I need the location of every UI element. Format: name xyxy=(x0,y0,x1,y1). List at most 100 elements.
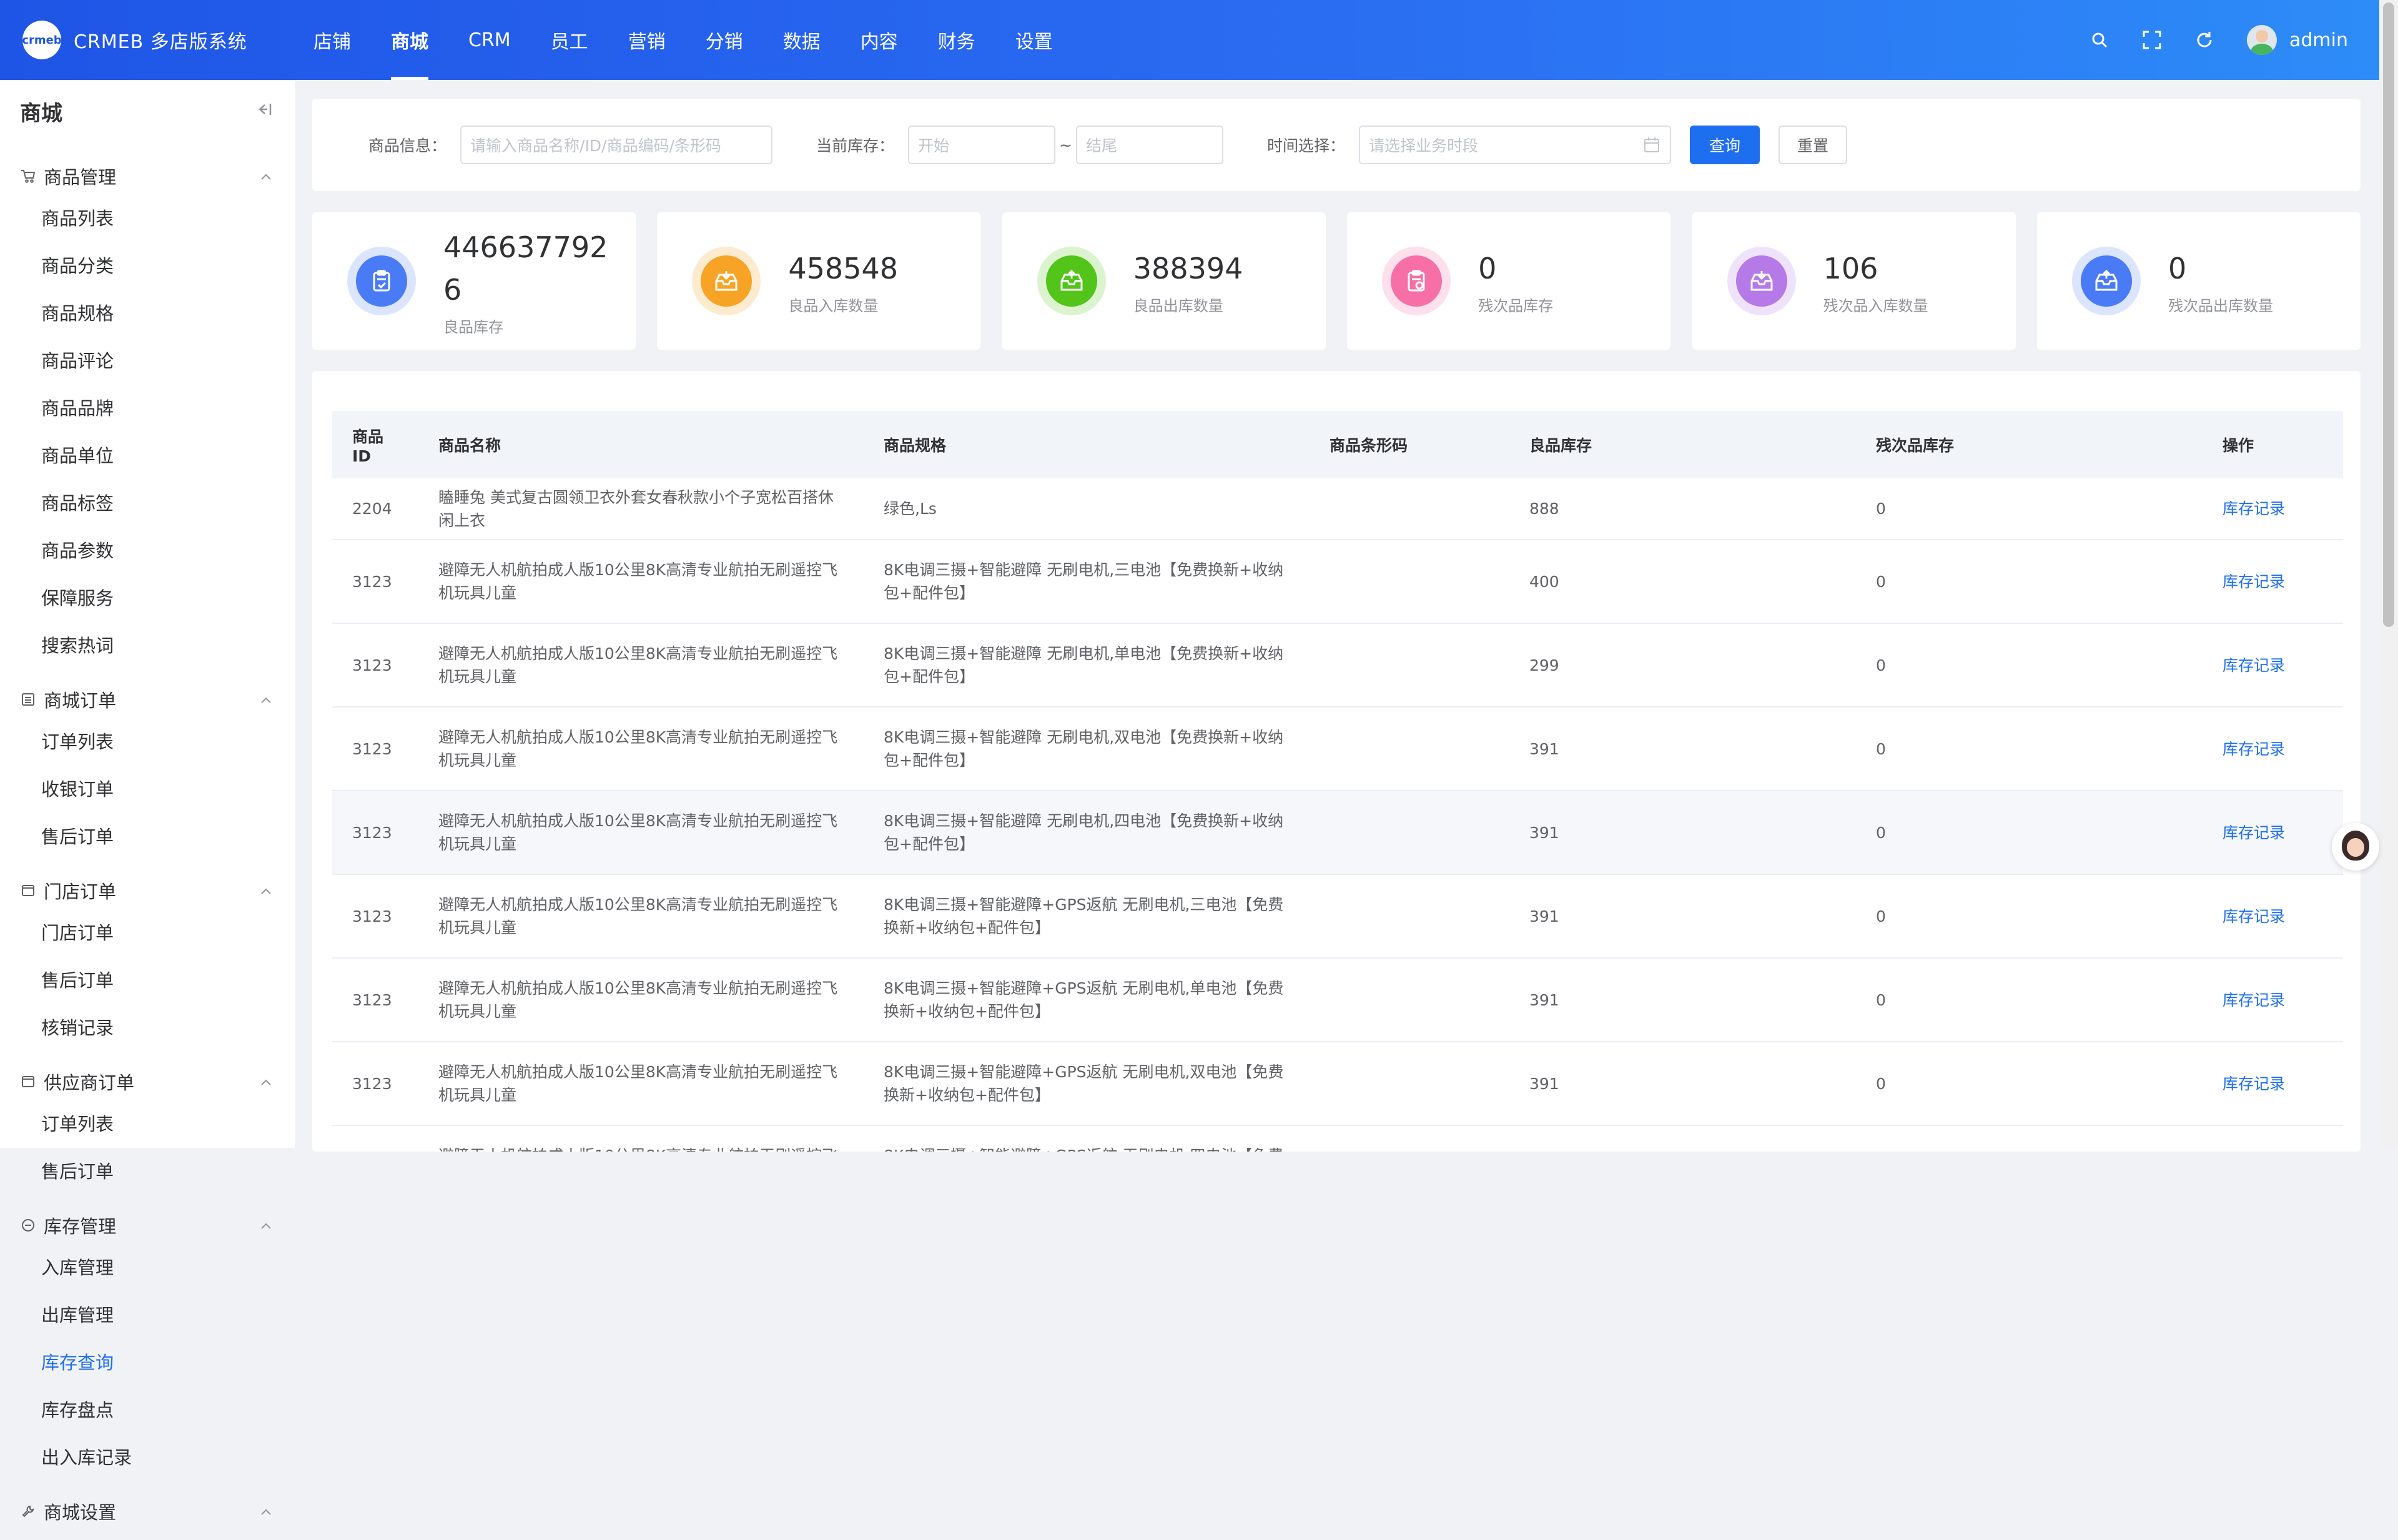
stat-label: 残次品入库数量 xyxy=(1823,297,1928,315)
stock-record-link[interactable]: 库存记录 xyxy=(2223,824,2285,842)
sidebar-item[interactable]: 售后订单 xyxy=(41,812,176,859)
column-header: 商品ID xyxy=(332,411,418,478)
user-name[interactable]: admin xyxy=(2289,29,2348,51)
sidebar-item[interactable]: 收银订单 xyxy=(41,764,176,812)
sidebar-group-items: 订单列表 售后订单 xyxy=(0,1099,295,1194)
customer-service-avatar[interactable] xyxy=(2332,823,2379,871)
sidebar-group-2[interactable]: 门店订单 xyxy=(0,873,295,908)
stock-record-link[interactable]: 库存记录 xyxy=(2223,573,2285,591)
stock-record-link[interactable]: 库存记录 xyxy=(2223,1075,2285,1093)
stat-icon-ring xyxy=(1382,247,1451,315)
reset-button[interactable]: 重置 xyxy=(1779,126,1847,164)
logo[interactable]: crmeb CRMEB 多店版系统 xyxy=(0,21,294,59)
inventory-table-card: 商品ID 商品名称 商品规格 商品条形码 良品库存 残次品库存 操作 2204 瞌睡兔 美式复… xyxy=(312,371,2361,1152)
nav-tab-0[interactable]: 店铺 xyxy=(294,0,371,80)
sidebar-item[interactable]: 售后订单 xyxy=(41,955,176,1003)
header-tools: admin xyxy=(2058,25,2379,55)
query-button[interactable]: 查询 xyxy=(1690,126,1760,164)
cell-barcode xyxy=(1310,1042,1509,1126)
cell-actions: 库存记录 xyxy=(2203,707,2343,791)
search-icon[interactable] xyxy=(2088,29,2111,51)
chevron-up-icon[interactable] xyxy=(260,1504,272,1519)
cell-product-spec: 8K电调三摄+智能避障+GPS返航 无刷电机,双电池【免费换新+收纳包+配件包】 xyxy=(864,1042,1310,1126)
sidebar-item[interactable]: 商品参数 xyxy=(41,526,176,573)
sidebar-item[interactable]: 商品列表 xyxy=(41,194,176,241)
sidebar-item[interactable]: 入库管理 xyxy=(41,1243,176,1290)
wrench-icon xyxy=(20,1503,36,1519)
time-range-picker[interactable]: 请选择业务时段 xyxy=(1359,126,1671,164)
cell-barcode xyxy=(1310,478,1509,540)
stock-record-link[interactable]: 库存记录 xyxy=(2223,740,2285,758)
stat-card: 106 残次品入库数量 xyxy=(1692,212,2016,350)
sidebar-item[interactable]: 商品分类 xyxy=(41,241,176,289)
sidebar-item[interactable]: 出入库记录 xyxy=(41,1433,176,1480)
collapse-sidebar-icon[interactable] xyxy=(255,102,272,121)
page-scrollbar[interactable] xyxy=(2379,0,2398,1148)
nav-tab-6[interactable]: 数据 xyxy=(763,0,841,80)
chevron-up-icon[interactable] xyxy=(260,169,272,184)
sidebar-item[interactable]: 库存盘点 xyxy=(41,1385,176,1433)
refresh-icon[interactable] xyxy=(2193,29,2216,51)
stat-value: 0 xyxy=(2168,251,2187,285)
chevron-up-icon[interactable] xyxy=(260,1218,272,1233)
cell-barcode xyxy=(1310,791,1509,875)
circle-minus-icon xyxy=(20,1217,36,1233)
scroll-thumb[interactable] xyxy=(2383,2,2394,627)
sidebar-item[interactable]: 商品规格 xyxy=(41,289,176,336)
stock-record-link[interactable]: 库存记录 xyxy=(2223,500,2285,518)
stock-record-link[interactable]: 库存记录 xyxy=(2223,991,2285,1009)
stock-start-input[interactable]: 开始 xyxy=(908,126,1056,164)
nav-tab-3[interactable]: 员工 xyxy=(531,0,608,80)
sidebar-group-0[interactable]: 商品管理 xyxy=(0,159,295,194)
cell-product-id: 3123 xyxy=(332,958,418,1042)
sidebar-item[interactable]: 出库管理 xyxy=(41,1290,176,1338)
fullscreen-icon[interactable] xyxy=(2141,29,2163,51)
sidebar-item[interactable]: 售后订单 xyxy=(41,1147,176,1194)
stock-end-input[interactable]: 结尾 xyxy=(1075,126,1223,164)
nav-tab-7[interactable]: 内容 xyxy=(841,0,918,80)
sidebar-item[interactable]: 商品标签 xyxy=(41,478,176,526)
sidebar-group-4[interactable]: 库存管理 xyxy=(0,1208,295,1243)
cell-product-name: 避障无人机航拍成人版10公里8K高清专业航拍无刷遥控飞机玩具儿童 xyxy=(418,1042,864,1126)
sidebar-item[interactable]: 保障服务 xyxy=(41,573,176,621)
sidebar-group-3[interactable]: 供应商订单 xyxy=(0,1064,295,1099)
sidebar-item[interactable]: 核销记录 xyxy=(41,1003,176,1050)
sidebar-group-items: 入库管理 出库管理 库存查询 库存盘点 出入库记录 xyxy=(0,1243,295,1480)
chevron-up-icon[interactable] xyxy=(260,883,272,899)
cell-product-id: 3123 xyxy=(332,1042,418,1126)
sidebar-item[interactable]: 订单列表 xyxy=(41,717,176,764)
sidebar-item[interactable]: 商品品牌 xyxy=(41,383,176,431)
chevron-up-icon[interactable] xyxy=(260,1074,272,1090)
main-content: 商品信息： 请输入商品名称/ID/商品编码/条形码 当前库存： 开始 ~ 结尾 … xyxy=(312,99,2361,1152)
stat-card: 0 残次品库存 xyxy=(1347,212,1671,350)
cell-product-name: 避障无人机航拍成人版10公里8K高清专业航拍无刷遥控飞机玩具儿童 xyxy=(418,623,864,708)
sidebar-item[interactable]: 订单列表 xyxy=(41,1099,176,1147)
cell-actions: 库存记录 xyxy=(2203,623,2343,708)
sidebar-item[interactable]: 库存查询 xyxy=(41,1338,176,1385)
stock-record-link[interactable]: 库存记录 xyxy=(2223,656,2285,674)
nav-tab-9[interactable]: 设置 xyxy=(995,0,1073,80)
sidebar-group-items: 订单列表 收银订单 售后订单 xyxy=(0,717,295,859)
sidebar-group-5[interactable]: 商城设置 xyxy=(0,1494,295,1529)
sidebar-item[interactable]: 门店订单 xyxy=(41,908,176,955)
stat-value: 458548 xyxy=(788,251,898,285)
nav-tab-1[interactable]: 商城 xyxy=(371,0,448,80)
cell-barcode xyxy=(1310,540,1509,624)
sidebar-item[interactable]: 商品评论 xyxy=(41,336,176,383)
nav-tab-2[interactable]: CRM xyxy=(448,0,531,80)
sidebar-item[interactable]: 商品单位 xyxy=(41,431,176,478)
avatar[interactable] xyxy=(2247,25,2277,55)
stock-record-link[interactable]: 库存记录 xyxy=(2223,907,2285,925)
chevron-up-icon[interactable] xyxy=(260,692,272,708)
sidebar-group-1[interactable]: 商城订单 xyxy=(0,682,295,717)
clipboard-x-icon xyxy=(1391,255,1443,307)
sidebar-item[interactable]: 搜索热词 xyxy=(41,621,176,668)
nav-tab-5[interactable]: 分销 xyxy=(686,0,763,80)
nav-tab-4[interactable]: 营销 xyxy=(608,0,686,80)
table-row: 3123避障无人机航拍成人版10公里8K高清专业航拍无刷遥控飞机玩具儿童8K电调… xyxy=(332,540,2343,624)
cell-actions: 库存记录 xyxy=(2203,478,2343,540)
cell-good-stock: 391 xyxy=(1509,874,1856,959)
nav-tab-8[interactable]: 财务 xyxy=(918,0,995,80)
product-search-input[interactable]: 请输入商品名称/ID/商品编码/条形码 xyxy=(460,126,773,164)
logo-mark: crmeb xyxy=(22,21,62,59)
